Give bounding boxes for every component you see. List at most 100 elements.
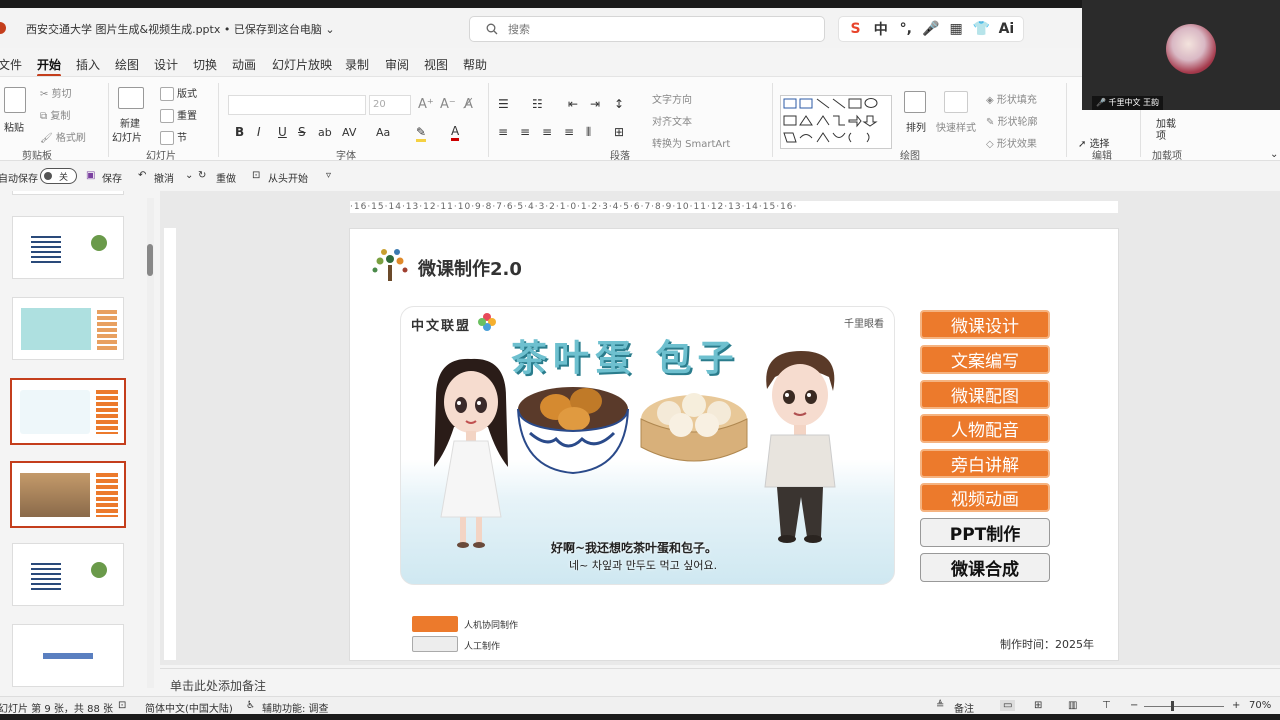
button-voiceover[interactable]: 人物配音 [920, 414, 1050, 443]
from-start-button[interactable]: 从头开始 [268, 170, 308, 185]
shadow-button[interactable]: ab [318, 126, 332, 139]
clear-format-icon[interactable]: A̸ [464, 97, 473, 112]
zoom-slider[interactable] [1144, 706, 1224, 707]
shape-outline-button[interactable]: ✎ 形状轮廓 [986, 113, 1038, 128]
normal-view-icon[interactable]: ▭ [1000, 700, 1016, 711]
save-icon[interactable]: ▣ [86, 170, 95, 181]
button-course-design[interactable]: 微课设计 [920, 310, 1050, 339]
notes-pane[interactable]: 单击此处添加备注 [160, 668, 1280, 694]
columns-icon[interactable]: ⫴ [586, 125, 591, 140]
align-right-icon[interactable]: ≡ [542, 125, 552, 139]
para-more-icon[interactable]: ⊞ [614, 125, 624, 139]
zoom-out-icon[interactable]: − [1130, 700, 1138, 711]
copy-button[interactable]: ⧉ 复制 [40, 107, 70, 122]
font-size-box[interactable]: 20 [369, 95, 411, 115]
notes-icon[interactable]: ≜ [936, 700, 944, 711]
slide-thumbnail[interactable] [12, 216, 124, 279]
slide-thumbnail[interactable] [12, 543, 124, 606]
ime-chinese-icon[interactable]: 中 [871, 19, 891, 39]
highlight-icon[interactable]: ✎ [416, 125, 427, 142]
slide-thumbnail-selected[interactable] [10, 378, 126, 445]
paste-icon[interactable] [4, 87, 26, 113]
align-left-icon[interactable]: ≡ [498, 125, 508, 139]
tab-view[interactable]: 视图 [424, 56, 448, 73]
slide-sorter-icon[interactable]: ⊞ [1034, 700, 1042, 711]
spellcheck-icon[interactable]: ⊡ [118, 700, 126, 711]
keyboard-icon[interactable]: ▦ [946, 21, 966, 37]
slideshow-view-icon[interactable]: ⊤ [1102, 700, 1111, 711]
decrease-indent-icon[interactable]: ⇤ [568, 97, 578, 111]
arrange-icon[interactable] [904, 91, 926, 113]
justify-icon[interactable]: ≡ [564, 125, 574, 139]
tab-record[interactable]: 录制 [345, 56, 369, 73]
smartart-button[interactable]: 转换为 SmartArt [652, 135, 730, 150]
underline-button[interactable]: U [278, 125, 287, 139]
document-title[interactable]: 西安交通大学 图片生成&视频生成.pptx • 已保存到这台电脑 ⌄ [26, 21, 335, 37]
new-slide-icon[interactable] [118, 87, 144, 109]
reset-button[interactable]: 重置 [160, 107, 197, 123]
ai-icon[interactable]: Ai [996, 21, 1016, 37]
zoom-slider-thumb[interactable] [1171, 701, 1174, 711]
button-copywriting[interactable]: 文案编写 [920, 345, 1050, 374]
customize-qat-icon[interactable]: ▿ [326, 170, 331, 181]
tab-file[interactable]: 文件 [0, 56, 22, 73]
text-direction-button[interactable]: 文字方向 [652, 91, 692, 106]
notes-toggle-button[interactable]: 备注 [954, 700, 974, 715]
tab-draw[interactable]: 绘图 [115, 56, 139, 73]
align-center-icon[interactable]: ≡ [520, 125, 530, 139]
scrollbar-thumb[interactable] [147, 244, 153, 276]
save-button[interactable]: 保存 [102, 170, 122, 185]
zoom-in-icon[interactable]: + [1232, 700, 1240, 711]
tab-review[interactable]: 审阅 [385, 56, 409, 73]
increase-indent-icon[interactable]: ⇥ [590, 97, 600, 111]
shrink-font-icon[interactable]: A⁻ [440, 97, 456, 112]
redo-button[interactable]: 重做 [216, 170, 236, 185]
arrange-button[interactable]: 排列 [906, 119, 926, 134]
shapes-gallery[interactable] [780, 95, 892, 149]
tab-home[interactable]: 开始 [37, 56, 62, 77]
grow-font-icon[interactable]: A⁺ [418, 97, 434, 112]
illustration-panel[interactable]: 中文联盟 千里眼看 茶叶蛋 包子 好啊~我还想吃茶叶蛋和包子。 네~ 차잎과 만… [400, 306, 895, 585]
slide-title[interactable]: 微课制作2.0 [418, 255, 522, 281]
new-slide-button[interactable]: 新建 [120, 115, 140, 130]
microphone-icon[interactable]: 🎤 [921, 21, 941, 37]
char-spacing-icon[interactable]: AV [342, 126, 356, 139]
font-name-box[interactable] [228, 95, 366, 115]
font-color-icon[interactable]: A [451, 124, 460, 141]
redo-icon[interactable]: ↻ [198, 170, 206, 181]
thumbnail-scrollbar[interactable] [147, 198, 154, 688]
button-synthesis[interactable]: 微课合成 [920, 553, 1050, 582]
button-illustration[interactable]: 微课配图 [920, 380, 1050, 409]
line-spacing-icon[interactable]: ↕ [614, 97, 624, 111]
slide-thumbnail[interactable] [12, 624, 124, 687]
numbering-icon[interactable]: ☷ [532, 97, 543, 111]
tab-animations[interactable]: 动画 [232, 56, 256, 73]
shape-fill-button[interactable]: ◈ 形状填充 [986, 91, 1037, 106]
powerpoint-icon[interactable] [0, 22, 6, 34]
collapse-ribbon-icon[interactable]: ⌄ [1270, 149, 1278, 160]
accessibility-icon[interactable]: ♿ [246, 700, 255, 711]
sogou-icon[interactable]: S [846, 21, 866, 37]
autosave-toggle[interactable]: 关 [40, 168, 77, 184]
shape-effects-button[interactable]: ◇ 形状效果 [986, 135, 1037, 150]
section-button[interactable]: 节 [160, 129, 187, 145]
undo-icon[interactable]: ↶ [138, 170, 146, 181]
slideshow-icon[interactable]: ⊡ [252, 170, 260, 181]
video-call-overlay[interactable]: 🎤 千里中文 王韵 [1082, 0, 1280, 110]
skin-icon[interactable]: 👕 [971, 21, 991, 37]
button-narration[interactable]: 旁白讲解 [920, 449, 1050, 478]
paste-button[interactable]: 粘贴 [4, 119, 24, 134]
addins-button[interactable]: 加载项 [1156, 119, 1176, 143]
layout-button[interactable]: 版式 [160, 85, 197, 101]
format-painter-button[interactable]: 🖌 格式刷 [40, 129, 86, 144]
quick-styles-button[interactable]: 快速样式 [936, 119, 976, 134]
language-indicator[interactable]: 简体中文(中国大陆) [145, 700, 233, 715]
italic-button[interactable]: I [257, 125, 261, 139]
zoom-level[interactable]: 70% [1249, 700, 1271, 711]
button-video-animation[interactable]: 视频动画 [920, 483, 1050, 512]
change-case-icon[interactable]: Aa [376, 126, 390, 139]
strikethrough-button[interactable]: S [298, 125, 306, 139]
reading-view-icon[interactable]: ▥ [1068, 700, 1077, 711]
undo-dropdown-icon[interactable]: ⌄ [185, 170, 193, 181]
search-box[interactable]: 搜索 [469, 16, 825, 42]
